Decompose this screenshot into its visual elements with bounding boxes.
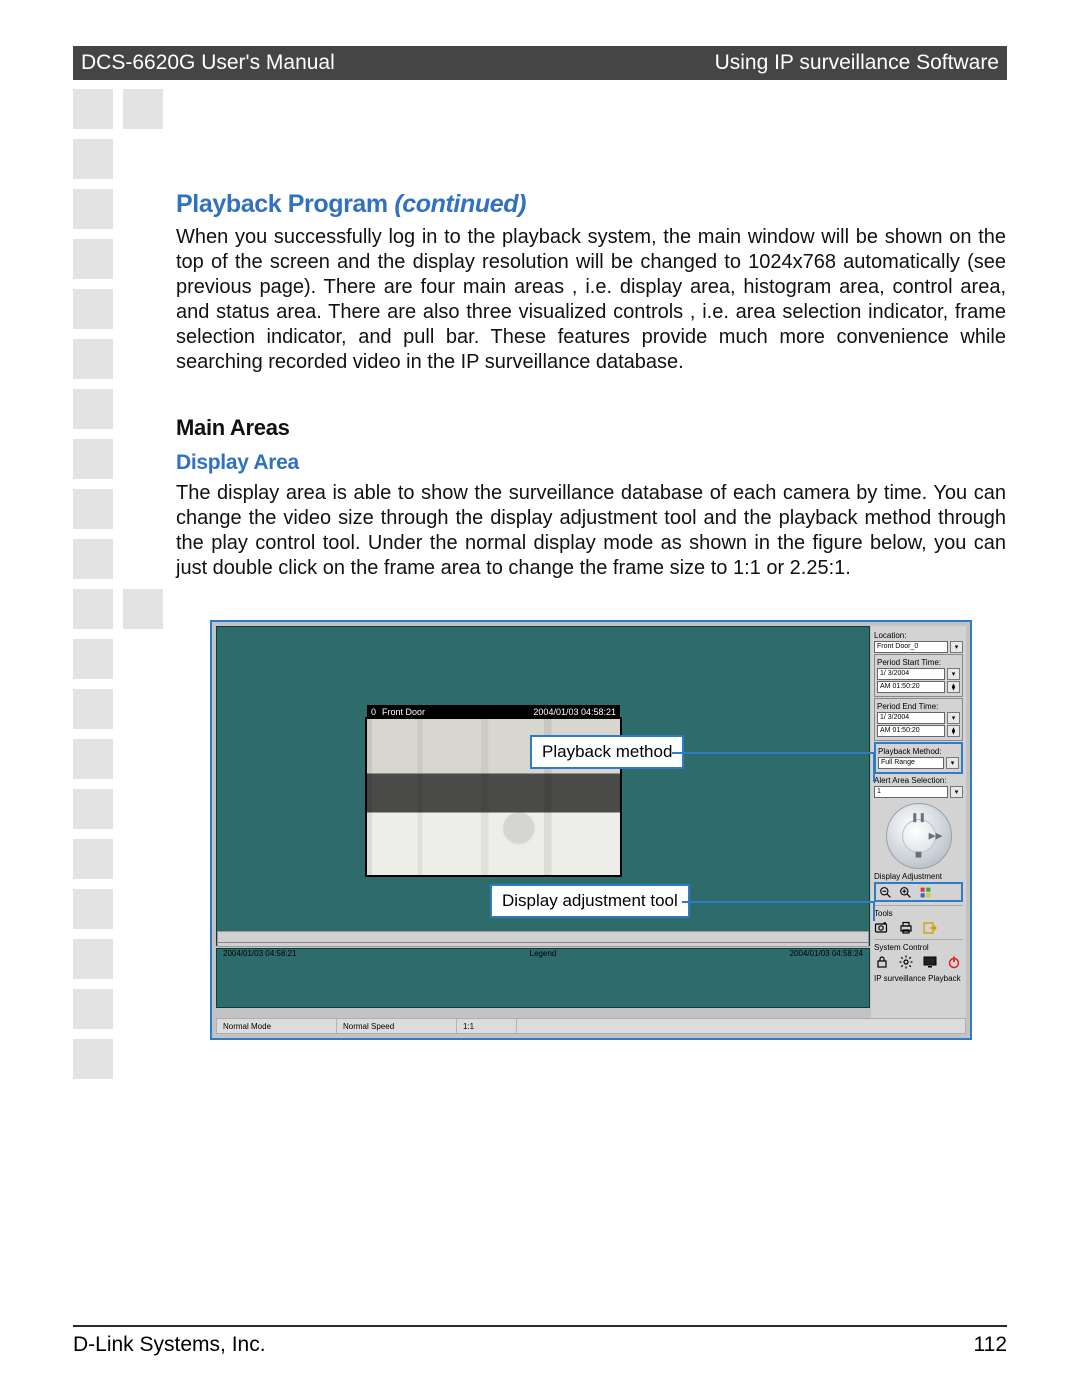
- intro-paragraph: When you successfully log in to the play…: [176, 225, 1006, 375]
- period-start-label: Period Start Time:: [877, 658, 960, 667]
- spinner-button[interactable]: ⧫: [947, 725, 960, 737]
- alert-area-select[interactable]: 1: [874, 786, 948, 798]
- callout-line: [873, 901, 875, 921]
- dropdown-button[interactable]: ▾: [947, 668, 960, 680]
- color-tile-icon[interactable]: [918, 885, 932, 899]
- system-control-row: [874, 954, 963, 970]
- dropdown-button[interactable]: ▾: [950, 641, 963, 653]
- status-mode: Normal Mode: [217, 1019, 337, 1033]
- play-control-jog[interactable]: ❚❚ ▶▶ ◼: [886, 803, 952, 869]
- timeline-legend-label: Legend: [530, 949, 557, 958]
- video-camera-index: 0: [371, 707, 376, 717]
- system-control-label: System Control: [874, 943, 963, 952]
- header-bar: DCS-6620G User's Manual Using IP surveil…: [73, 46, 1007, 80]
- tools-row: [874, 920, 963, 936]
- control-panel: Location: Front Door_0 ▾ Period Start Ti…: [871, 626, 966, 1034]
- step-forward-icon[interactable]: ▶▶: [929, 831, 943, 842]
- callout-line: [873, 752, 875, 782]
- period-start-group: Period Start Time: 1/ 3/2004 ▾ AM 01:50:…: [874, 654, 963, 697]
- pull-bar[interactable]: [217, 931, 869, 947]
- period-end-group: Period End Time: 1/ 3/2004 ▾ AM 01:50:20…: [874, 698, 963, 741]
- dropdown-button[interactable]: ▾: [950, 786, 963, 798]
- playback-method-select[interactable]: Full Range: [878, 757, 944, 769]
- location-select[interactable]: Front Door_0: [874, 641, 948, 653]
- dropdown-button[interactable]: ▾: [946, 757, 959, 769]
- heading-playback-continued: (continued): [394, 190, 526, 218]
- spinner-button[interactable]: ⧫: [947, 681, 960, 693]
- manual-title: DCS-6620G User's Manual: [81, 51, 335, 75]
- tools-label: Tools: [874, 909, 963, 918]
- camera-icon[interactable]: [874, 920, 890, 936]
- alert-area-label: Alert Area Selection:: [874, 776, 963, 785]
- print-icon[interactable]: [898, 920, 914, 936]
- period-end-date[interactable]: 1/ 3/2004: [877, 712, 945, 724]
- settings-icon[interactable]: [898, 954, 914, 970]
- stop-icon[interactable]: ◼: [915, 849, 922, 860]
- callout-playback-method: Playback method: [530, 735, 684, 769]
- video-camera-name: Front Door: [382, 707, 425, 717]
- heading-playback-program: Playback Program (continued): [176, 190, 1006, 219]
- heading-main-areas: Main Areas: [176, 415, 1006, 441]
- export-icon[interactable]: [922, 920, 938, 936]
- timeline-labels: 2004/01/03 04:58:21 Legend 2004/01/03 04…: [223, 946, 863, 960]
- playback-method-label: Playback Method:: [878, 747, 959, 756]
- status-ratio: 1:1: [457, 1019, 517, 1033]
- power-icon[interactable]: [946, 954, 962, 970]
- timeline-end-time: 2004/01/03 04:58:24: [790, 949, 863, 958]
- panel-footer-text: IP surveillance Playback: [874, 974, 963, 983]
- heading-display-area: Display Area: [176, 451, 1006, 475]
- histogram-area[interactable]: 2004/01/03 04:58:21 Legend 2004/01/03 04…: [216, 948, 870, 1008]
- heading-playback-text: Playback Program: [176, 190, 388, 218]
- timeline-start-time: 2004/01/03 04:58:21: [223, 949, 296, 958]
- location-label: Location:: [874, 631, 963, 640]
- jog-glyphs: ❚❚ ▶▶ ◼: [887, 804, 951, 868]
- decorative-squares: [73, 89, 163, 1089]
- dropdown-button[interactable]: ▾: [947, 712, 960, 724]
- period-start-date[interactable]: 1/ 3/2004: [877, 668, 945, 680]
- status-bar: Normal Mode Normal Speed 1:1: [216, 1018, 966, 1034]
- page-number: 112: [974, 1333, 1007, 1357]
- footer-company: D-Link Systems, Inc.: [73, 1333, 266, 1357]
- playback-method-group: Playback Method: Full Range ▾: [874, 742, 963, 774]
- status-speed: Normal Speed: [337, 1019, 457, 1033]
- content-column: Playback Program (continued) When you su…: [176, 190, 1006, 581]
- period-end-label: Period End Time:: [877, 702, 960, 711]
- pause-icon[interactable]: ❚❚: [911, 812, 926, 823]
- callout-line: [672, 752, 875, 754]
- video-frame-titlebar: 0 Front Door 2004/01/03 04:58:21: [367, 705, 620, 719]
- callout-line: [682, 901, 875, 903]
- video-timestamp: 2004/01/03 04:58:21: [533, 707, 616, 717]
- callout-display-adjustment: Display adjustment tool: [490, 884, 690, 918]
- display-adjustment-tool: [874, 882, 963, 902]
- manual-page: DCS-6620G User's Manual Using IP surveil…: [0, 0, 1080, 1397]
- playback-window-screenshot: 0 Front Door 2004/01/03 04:58:21 2004/01…: [210, 620, 972, 1040]
- display-adjustment-label: Display Adjustment: [874, 872, 963, 881]
- lock-icon[interactable]: [874, 954, 890, 970]
- period-start-time[interactable]: AM 01:50:20: [877, 681, 945, 693]
- display-area-paragraph: The display area is able to show the sur…: [176, 481, 1006, 581]
- footer-divider: [73, 1325, 1007, 1327]
- period-end-time[interactable]: AM 01:50:20: [877, 725, 945, 737]
- section-title: Using IP surveillance Software: [715, 51, 999, 75]
- monitor-icon[interactable]: [922, 954, 938, 970]
- zoom-in-icon[interactable]: [898, 885, 912, 899]
- zoom-out-icon[interactable]: [878, 885, 892, 899]
